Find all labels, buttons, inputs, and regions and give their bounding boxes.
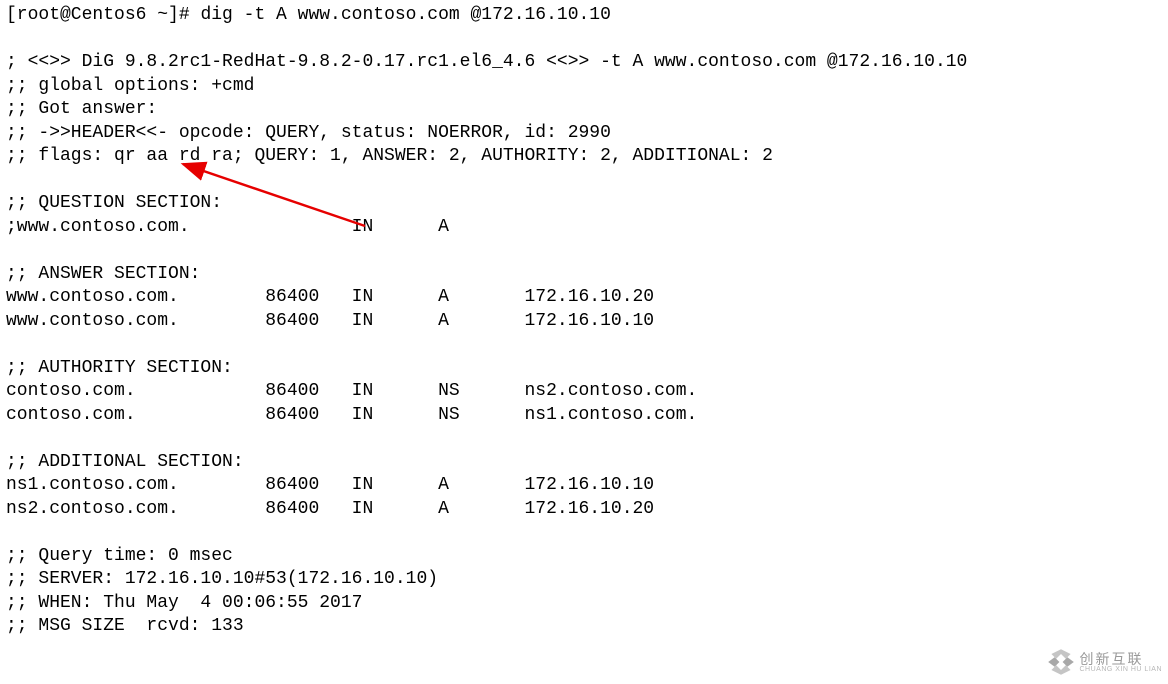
msg-size: ;; MSG SIZE rcvd: 133 xyxy=(6,616,244,636)
watermark-cn: 创新互联 xyxy=(1079,652,1162,666)
question-row: ;www.contoso.com. IN A xyxy=(6,217,449,237)
query-time: ;; Query time: 0 msec xyxy=(6,546,233,566)
global-options: ;; global options: +cmd xyxy=(6,76,254,96)
when-line: ;; WHEN: Thu May 4 00:06:55 2017 xyxy=(6,593,362,613)
dig-banner: ; <<>> DiG 9.8.2rc1-RedHat-9.8.2-0.17.rc… xyxy=(6,52,967,72)
question-section-title: ;; QUESTION SECTION: xyxy=(6,193,222,213)
watermark-text: 创新互联 CHUANG XIN HU LIAN xyxy=(1079,652,1162,673)
answer-row: www.contoso.com. 86400 IN A 172.16.10.20 xyxy=(6,287,654,307)
answer-row: www.contoso.com. 86400 IN A 172.16.10.10 xyxy=(6,311,654,331)
watermark-logo-icon xyxy=(1045,646,1077,678)
server-line: ;; SERVER: 172.16.10.10#53(172.16.10.10) xyxy=(6,569,438,589)
shell-prompt: [root@Centos6 ~]# xyxy=(6,5,200,25)
additional-section-title: ;; ADDITIONAL SECTION: xyxy=(6,452,244,472)
answer-section-title: ;; ANSWER SECTION: xyxy=(6,264,200,284)
authority-row: contoso.com. 86400 IN NS ns1.contoso.com… xyxy=(6,405,697,425)
terminal-output: [root@Centos6 ~]# dig -t A www.contoso.c… xyxy=(0,0,1168,639)
authority-row: contoso.com. 86400 IN NS ns2.contoso.com… xyxy=(6,381,697,401)
dig-command: dig -t A www.contoso.com @172.16.10.10 xyxy=(200,5,610,25)
additional-row: ns1.contoso.com. 86400 IN A 172.16.10.10 xyxy=(6,475,654,495)
watermark: 创新互联 CHUANG XIN HU LIAN xyxy=(1045,646,1162,678)
watermark-py: CHUANG XIN HU LIAN xyxy=(1079,666,1162,673)
header-line: ;; ->>HEADER<<- opcode: QUERY, status: N… xyxy=(6,123,611,143)
got-answer: ;; Got answer: xyxy=(6,99,157,119)
additional-row: ns2.contoso.com. 86400 IN A 172.16.10.20 xyxy=(6,499,654,519)
authority-section-title: ;; AUTHORITY SECTION: xyxy=(6,358,233,378)
flags-line: ;; flags: qr aa rd ra; QUERY: 1, ANSWER:… xyxy=(6,146,773,166)
